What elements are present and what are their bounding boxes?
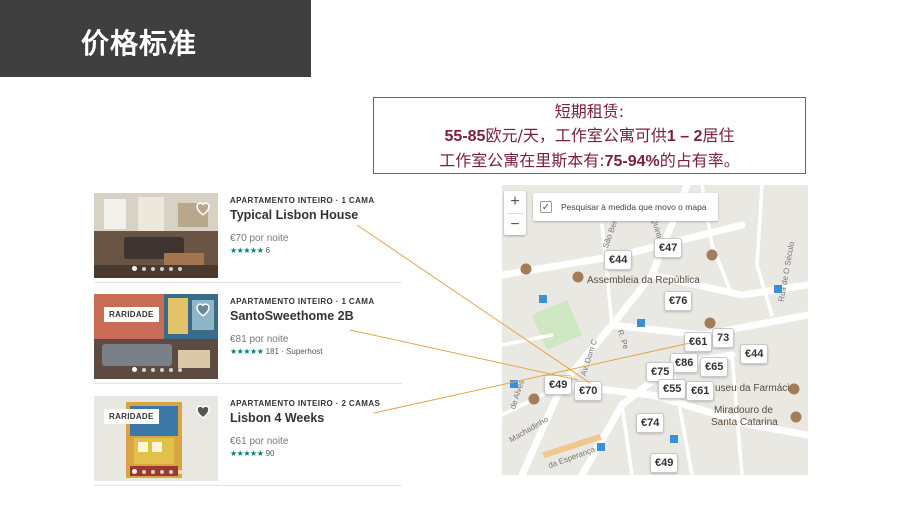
price-pin[interactable]: €49 [650, 453, 679, 473]
price-pin[interactable]: €55 [658, 379, 687, 399]
callout-occupancy-suffix: 的占有率。 [659, 151, 740, 170]
callout-occupants-text: 居住 [702, 126, 735, 145]
landmark-icon [706, 249, 718, 261]
listing-photo[interactable] [94, 193, 218, 278]
listing-photo[interactable]: RARIDADE [94, 396, 218, 481]
star-rating-icon: ★★★★★ [230, 347, 264, 356]
slide-title: 价格标准 [81, 27, 198, 60]
callout-line-3: 工作室公寓在里斯本有:75-94%的占有率。 [374, 149, 805, 174]
metro-icon [597, 443, 605, 451]
metro-icon [510, 380, 518, 388]
listing-name[interactable]: SantoSweethome 2B [230, 309, 402, 323]
price-pin[interactable]: €70 [574, 381, 603, 401]
callout-line-2: 55-85欧元/天，工作室公寓可供1 – 2居住 [374, 124, 805, 149]
zoom-control: + − [504, 191, 526, 235]
price-pin[interactable]: 73 [712, 328, 735, 348]
callout-occupants: 1 – 2 [666, 128, 703, 145]
callout-price-text: 欧元/天，工作室公寓可供 [485, 126, 667, 145]
search-toggle-label: Pesquisar à medida que movo o mapa [561, 202, 707, 212]
review-count: 6 [265, 246, 271, 255]
callout-occupancy-text: 工作室公寓在里斯本有: [439, 151, 605, 170]
callout-occupancy-range: 75-94% [604, 153, 660, 170]
price-pin[interactable]: €47 [654, 238, 683, 258]
price-pin[interactable]: €44 [604, 250, 633, 270]
listing-card[interactable]: APARTAMENTO INTEIRO · 1 CAMA Typical Lis… [94, 193, 402, 283]
landmark-icon [788, 383, 800, 395]
metro-icon [774, 285, 782, 293]
price-pin[interactable]: €61 [686, 381, 715, 401]
price-pin[interactable]: €65 [700, 357, 729, 377]
price-pin[interactable]: €74 [636, 413, 665, 433]
listing-type: APARTAMENTO INTEIRO · 1 CAMA [230, 297, 375, 306]
zoom-out-button[interactable]: − [504, 214, 526, 236]
review-count: 181 · Superhost [265, 347, 323, 356]
map-place-label: Assembleia da República [587, 275, 700, 286]
rarity-badge: RARIDADE [104, 307, 159, 322]
callout-price-range: 55-85 [444, 128, 486, 145]
review-count: 90 [265, 449, 275, 458]
listing-name[interactable]: Lisbon 4 Weeks [230, 411, 402, 425]
listing-type: APARTAMENTO INTEIRO · 2 CAMAS [230, 399, 381, 408]
price-pin[interactable]: €86 [670, 353, 699, 373]
metro-icon [539, 295, 547, 303]
landmark-icon [790, 411, 802, 423]
heart-icon[interactable] [194, 300, 212, 318]
listing-price: €61 por noite [230, 436, 289, 447]
listing-rating: ★★★★★ 181 · Superhost [230, 347, 402, 356]
listing-card[interactable]: RARIDADE APARTAMENTO INTEIRO · 2 CAMAS L… [94, 396, 402, 486]
map-place-label: Santa Catarina [711, 417, 778, 428]
photo-dots[interactable] [132, 469, 182, 474]
zoom-in-button[interactable]: + [504, 191, 526, 213]
heart-icon[interactable] [194, 199, 212, 217]
checkbox-check-icon[interactable]: ✓ [540, 201, 552, 213]
landmark-icon [520, 263, 532, 275]
price-pin[interactable]: €76 [664, 291, 693, 311]
price-pin[interactable]: €44 [740, 344, 769, 364]
listing-photo[interactable]: RARIDADE [94, 294, 218, 379]
photo-dots[interactable] [132, 367, 182, 372]
listing-rating: ★★★★★ 90 [230, 449, 402, 458]
landmark-icon [528, 393, 540, 405]
callout-box: 短期租赁: 55-85欧元/天，工作室公寓可供1 – 2居住 工作室公寓在里斯本… [373, 97, 806, 174]
listing-type: APARTAMENTO INTEIRO · 1 CAMA [230, 196, 375, 205]
listing-name[interactable]: Typical Lisbon House [230, 208, 402, 222]
listing-price: €81 por noite [230, 334, 289, 345]
map-place-label: useu da Farmácia [715, 383, 796, 394]
search-as-move-toggle[interactable]: ✓ Pesquisar à medida que movo o mapa [533, 193, 718, 221]
star-rating-icon: ★★★★★ [230, 449, 264, 458]
metro-icon [670, 435, 678, 443]
star-rating-icon: ★★★★★ [230, 246, 264, 255]
map-view[interactable]: Assembleia da República useu da Farmácia… [502, 185, 808, 475]
listing-card[interactable]: RARIDADE APARTAMENTO INTEIRO · 1 CAMA Sa… [94, 294, 402, 384]
callout-line-1: 短期租赁: [554, 102, 625, 121]
map-place-label: Miradouro de [714, 405, 773, 416]
metro-icon [637, 319, 645, 327]
listing-rating: ★★★★★ 6 [230, 246, 402, 255]
listing-price: €70 por noite [230, 233, 289, 244]
rarity-badge: RARIDADE [104, 409, 159, 424]
price-pin[interactable]: €61 [684, 332, 713, 352]
landmark-icon [572, 271, 584, 283]
heart-icon[interactable] [194, 402, 212, 420]
photo-dots[interactable] [132, 266, 182, 271]
price-pin[interactable]: €49 [544, 375, 573, 395]
